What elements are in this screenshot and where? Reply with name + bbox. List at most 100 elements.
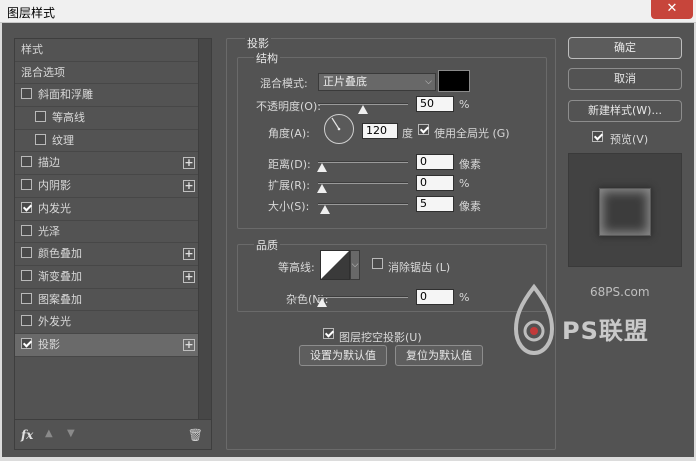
contour-picker[interactable] (320, 250, 350, 280)
style-list-item-label: 斜面和浮雕 (38, 88, 93, 102)
contour-label: 等高线: (278, 261, 315, 274)
noise-slider-track[interactable] (318, 296, 408, 298)
preview-thumbnail (568, 153, 682, 267)
knockout-checkbox[interactable] (323, 328, 340, 341)
add-instance-icon[interactable]: + (183, 338, 195, 351)
close-icon: ✕ (666, 1, 678, 16)
style-list: 样式 混合选项 斜面和浮雕 等高线 纹理 描边 + 内阴影 + 内发光 光泽 颜色叠加 + 渐变叠加 + 图案… (15, 39, 199, 357)
opacity-label: 不透明度(O): (256, 100, 321, 113)
opacity-input[interactable]: 50 (416, 96, 454, 112)
noise-input[interactable]: 0 (416, 289, 454, 305)
ok-button[interactable]: 确定 (568, 37, 682, 59)
style-list-item[interactable]: 纹理 (15, 130, 199, 153)
chevron-down-icon: ⌵ (351, 260, 359, 270)
style-checkbox[interactable] (35, 133, 46, 145)
opacity-slider-thumb[interactable] (358, 105, 368, 114)
style-list-item[interactable]: 样式 (15, 39, 199, 62)
style-list-item[interactable]: 描边 + (15, 152, 199, 176)
reset-default-button[interactable]: 复位为默认值 (395, 345, 483, 366)
quality-group: 品质 等高线: ⌵ 消除锯齿 (L) 杂色(N): 0 % (237, 237, 547, 312)
global-light-checkbox[interactable] (418, 124, 435, 137)
style-checkbox[interactable] (21, 269, 32, 281)
contour-dropdown[interactable]: ⌵ (350, 250, 360, 280)
watermark-site: 68PS.com (590, 285, 650, 299)
move-down-icon[interactable]: ▼ (67, 428, 75, 439)
size-input[interactable]: 5 (416, 196, 454, 212)
style-checkbox[interactable] (21, 292, 32, 304)
spread-input[interactable]: 0 (416, 175, 454, 191)
anti-alias-check-icon (372, 258, 383, 269)
drop-shadow-panel: 投影 结构 混合模式: 正片叠底 ⌵ 不透明度(O): 50 % 角度(A): (226, 35, 556, 450)
spread-slider-track[interactable] (318, 182, 408, 184)
trash-icon[interactable]: 🗑 (188, 428, 203, 442)
distance-slider-thumb[interactable] (317, 163, 327, 172)
style-checkbox[interactable] (21, 201, 32, 213)
style-list-item[interactable]: 内阴影 + (15, 175, 199, 198)
angle-label: 角度(A): (268, 127, 310, 140)
style-list-item[interactable]: 斜面和浮雕 (15, 84, 199, 108)
new-style-button[interactable]: 新建样式(W)... (568, 100, 682, 122)
add-instance-icon[interactable]: + (183, 248, 195, 261)
add-instance-icon[interactable]: + (183, 270, 195, 283)
style-list-item[interactable]: 内发光 (15, 198, 199, 221)
shadow-color-swatch[interactable] (438, 70, 470, 92)
spread-unit: % (459, 177, 470, 190)
style-checkbox[interactable] (21, 224, 32, 236)
style-list-item[interactable]: 光泽 (15, 221, 199, 244)
style-list-item[interactable]: 外发光 (15, 311, 199, 334)
make-default-button[interactable]: 设置为默认值 (299, 345, 387, 366)
window-title: 图层样式 (7, 6, 56, 20)
style-checkbox[interactable] (21, 315, 32, 327)
style-list-item[interactable]: 图案叠加 (15, 289, 199, 312)
cancel-button[interactable]: 取消 (568, 68, 682, 90)
opacity-unit: % (459, 98, 470, 111)
style-list-item-label: 纹理 (52, 133, 74, 147)
spread-label: 扩展(R): (268, 179, 310, 192)
spread-slider-thumb[interactable] (317, 184, 327, 193)
noise-unit: % (459, 291, 470, 304)
style-list-item-label: 外发光 (38, 315, 71, 329)
angle-input[interactable]: 120 (362, 123, 398, 139)
style-list-scrollbar[interactable] (198, 39, 211, 419)
close-button[interactable]: ✕ (651, 0, 693, 19)
angle-dial[interactable] (324, 114, 354, 144)
fx-menu-button[interactable]: fx (21, 428, 33, 442)
style-checkbox[interactable] (21, 337, 32, 349)
style-checkbox[interactable] (21, 88, 32, 100)
style-list-item[interactable]: 渐变叠加 + (15, 266, 199, 289)
blend-mode-select[interactable]: 正片叠底 ⌵ (318, 73, 436, 91)
distance-label: 距离(D): (268, 158, 311, 171)
preview-checkbox[interactable] (592, 131, 609, 144)
distance-slider-track[interactable] (318, 161, 408, 163)
preview-sample (599, 188, 651, 236)
preview-check-icon (592, 131, 603, 142)
style-list-item[interactable]: 等高线 (15, 107, 199, 130)
global-light-label: 使用全局光 (G) (434, 127, 510, 140)
style-checkbox[interactable] (21, 179, 32, 191)
style-checkbox[interactable] (21, 247, 32, 259)
structure-group: 结构 混合模式: 正片叠底 ⌵ 不透明度(O): 50 % 角度(A): 120… (237, 50, 547, 229)
style-checkbox[interactable] (21, 156, 32, 168)
anti-alias-checkbox[interactable] (372, 258, 389, 271)
move-up-icon[interactable]: ▲ (45, 428, 53, 439)
add-instance-icon[interactable]: + (183, 180, 195, 193)
style-list-item-label: 颜色叠加 (38, 247, 82, 261)
style-list-item-label: 光泽 (38, 224, 60, 238)
add-instance-icon[interactable]: + (183, 157, 195, 170)
noise-slider-thumb[interactable] (317, 298, 327, 307)
angle-dial-needle (331, 117, 341, 131)
style-list-item[interactable]: 投影 + (15, 333, 199, 357)
size-slider-track[interactable] (318, 203, 408, 205)
knockout-check-icon (323, 328, 334, 339)
style-list-item[interactable]: 颜色叠加 + (15, 243, 199, 266)
blend-mode-value: 正片叠底 (323, 75, 367, 88)
style-list-item[interactable]: 混合选项 (15, 62, 199, 85)
size-slider-thumb[interactable] (320, 205, 330, 214)
global-light-check-icon (418, 124, 429, 135)
style-checkbox[interactable] (35, 111, 46, 123)
blend-mode-label: 混合模式: (260, 77, 308, 90)
distance-input[interactable]: 0 (416, 154, 454, 170)
style-list-item-label: 样式 (21, 43, 43, 56)
size-unit: 像素 (459, 200, 481, 213)
section-title: 投影 (245, 35, 271, 51)
